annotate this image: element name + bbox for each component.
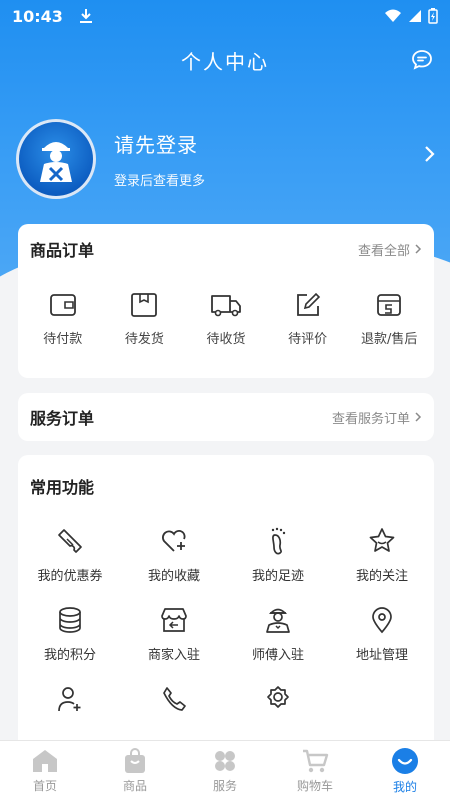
download-icon	[79, 9, 92, 23]
chevron-right-icon[interactable]	[422, 144, 436, 164]
message-icon[interactable]	[410, 48, 434, 72]
store-icon	[161, 608, 187, 632]
heart-plus-icon	[162, 530, 186, 552]
bottom-tab-bar: 首页 商品 服务 购物车 我的	[0, 740, 450, 800]
login-prompt[interactable]: 请先登录	[114, 129, 205, 158]
address-management[interactable]: 地址管理	[330, 606, 434, 663]
truck-icon	[211, 295, 241, 317]
home-icon	[33, 749, 57, 772]
function-label: 师傅入驻	[251, 648, 304, 663]
order-label: 退款/售后	[360, 332, 418, 347]
function-label: 商家入驻	[147, 648, 200, 663]
my-footprints[interactable]: 我的足迹	[226, 527, 330, 584]
service-orders-card[interactable]: 服务订单 查看服务订单	[18, 393, 434, 441]
settings[interactable]	[226, 685, 330, 723]
cart-icon	[303, 749, 329, 772]
common-functions-card: 常用功能 我的优惠券 我的收藏 我的足迹 我的关注 我的积分 商家入驻 师傅入驻…	[18, 455, 434, 740]
function-label: 我的积分	[43, 648, 96, 663]
wallet-icon	[49, 294, 76, 316]
view-service-orders-label: 查看服务订单	[331, 411, 410, 427]
chevron-right-icon	[415, 244, 422, 254]
function-label: 我的足迹	[251, 569, 304, 584]
add-contact[interactable]	[18, 685, 122, 723]
order-refund-aftersale[interactable]: 退款/售后	[349, 292, 429, 347]
tab-goods[interactable]: 商品	[90, 741, 180, 800]
order-pending-shipment[interactable]: 待发货	[104, 292, 184, 347]
bag-icon	[125, 747, 145, 773]
chevron-right-icon	[415, 412, 422, 422]
my-coupons[interactable]: 我的优惠券	[18, 527, 122, 584]
signal-icon	[409, 10, 421, 22]
coupon-icon	[58, 529, 82, 553]
tab-mine[interactable]: 我的	[360, 741, 450, 800]
profile-section[interactable]: 请先登录 登录后查看更多	[16, 114, 436, 204]
my-follows[interactable]: 我的关注	[330, 527, 434, 584]
order-label: 待评价	[288, 332, 328, 347]
my-points[interactable]: 我的积分	[18, 606, 122, 663]
location-icon	[372, 607, 392, 634]
tab-label: 购物车	[296, 778, 333, 793]
function-label: 我的优惠券	[37, 569, 103, 584]
tab-home[interactable]: 首页	[0, 741, 90, 800]
add-user-icon	[58, 687, 81, 712]
refund-icon	[377, 294, 402, 316]
tab-label: 服务	[212, 778, 237, 793]
settings-icon	[267, 686, 289, 708]
order-label: 待发货	[124, 332, 164, 347]
status-bar: 10:43	[0, 0, 450, 32]
function-label: 地址管理	[355, 648, 408, 663]
function-label: 我的关注	[355, 569, 408, 584]
order-label: 待收货	[206, 332, 246, 347]
tab-cart[interactable]: 购物车	[270, 741, 360, 800]
goods-orders-card: 商品订单 查看全部 待付款 待发货 待收货 待评价 退款/售后	[18, 224, 434, 378]
login-hint: 登录后查看更多	[114, 174, 206, 189]
my-favorites[interactable]: 我的收藏	[122, 527, 226, 584]
worker-join[interactable]: 师傅入驻	[226, 606, 330, 663]
worker-icon	[266, 608, 290, 633]
wifi-icon	[385, 9, 401, 22]
phone-icon	[163, 687, 186, 711]
order-label: 待付款	[43, 332, 83, 347]
goods-orders-title: 商品订单	[30, 241, 95, 260]
edit-icon	[296, 292, 320, 316]
function-label: 我的收藏	[147, 569, 200, 584]
package-icon	[131, 293, 158, 317]
order-pending-receipt[interactable]: 待收货	[186, 292, 266, 347]
tab-label: 我的	[392, 779, 417, 794]
avatar[interactable]	[16, 119, 96, 199]
order-pending-payment[interactable]: 待付款	[23, 292, 103, 347]
footprint-icon	[271, 527, 286, 555]
tab-services[interactable]: 服务	[180, 741, 270, 800]
repairman-icon	[40, 142, 72, 182]
coins-icon	[59, 607, 81, 633]
customer-service-phone[interactable]	[122, 685, 226, 723]
order-pending-review[interactable]: 待评价	[268, 292, 348, 347]
star-icon	[369, 528, 395, 552]
tab-label: 首页	[32, 778, 57, 793]
view-all-label: 查看全部	[357, 243, 410, 259]
merchant-join[interactable]: 商家入驻	[122, 606, 226, 663]
battery-icon	[428, 8, 438, 24]
service-orders-title: 服务订单	[30, 409, 95, 428]
common-functions-title: 常用功能	[30, 478, 95, 497]
view-all-orders-link[interactable]: 查看全部	[358, 240, 422, 259]
page-title: 个人中心	[181, 49, 269, 74]
clover-icon	[215, 750, 235, 771]
top-bar: 个人中心	[0, 42, 450, 78]
view-service-orders-link[interactable]: 查看服务订单	[332, 408, 422, 427]
tab-label: 商品	[122, 778, 147, 793]
status-time: 10:43	[12, 6, 63, 26]
smile-icon	[392, 747, 418, 774]
